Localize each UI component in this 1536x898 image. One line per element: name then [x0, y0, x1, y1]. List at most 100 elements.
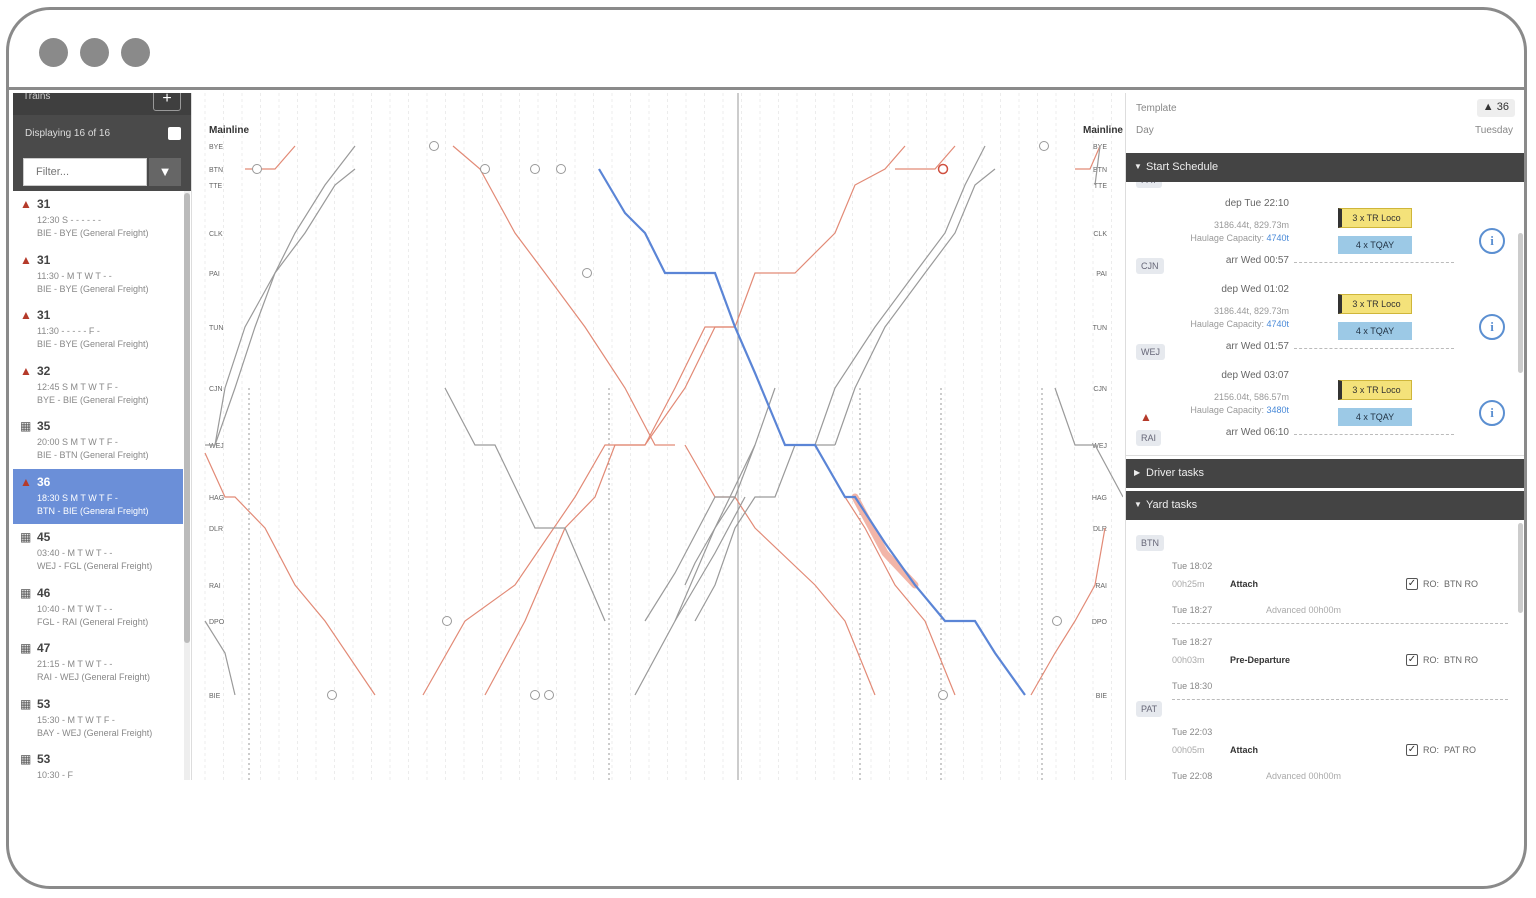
schedule-list: PAT dep Tue 22:10 3186.44t, 829.73m Haulage…: [1126, 182, 1524, 456]
filter-bar: ▼: [13, 151, 191, 191]
sidebar-scrollbar-thumb[interactable]: [184, 193, 190, 643]
train-list-item[interactable]: ▦ 35 20:00 S M T W T F - BIE - BTN (General…: [13, 413, 183, 469]
station-label-left: DLR: [209, 526, 223, 533]
info-icon: i: [1490, 233, 1494, 248]
train-path: [452, 145, 675, 446]
train-number: 32: [37, 363, 51, 378]
ro-link[interactable]: BTN RO: [1444, 579, 1478, 589]
start-schedule-section[interactable]: ▼ Start Schedule: [1126, 153, 1524, 182]
haulage-capacity: Haulage Capacity: 3480t: [1190, 405, 1289, 415]
station-label-left: DPO: [209, 619, 225, 626]
train-schedule: 11:30 - - - - - F -: [37, 326, 100, 336]
train-list-item[interactable]: ▲ 31 11:30 - - - - - F - BIE - BYE (General…: [13, 302, 183, 358]
select-all-checkbox[interactable]: [168, 127, 181, 140]
warning-count-badge[interactable]: ▲ 36: [1476, 99, 1515, 117]
train-path: [422, 145, 906, 696]
task-divider: [1172, 623, 1508, 624]
ro-label: RO:: [1423, 579, 1440, 589]
yard-scrollbar[interactable]: [1518, 523, 1523, 613]
loco-tag[interactable]: 3 x TR Loco: [1338, 208, 1412, 228]
warning-count: 36: [1496, 101, 1509, 113]
train-list-item[interactable]: ▦ 45 03:40 - M T W T - - WEJ - FGL (General…: [13, 524, 183, 580]
task-checkbox[interactable]: ✓: [1406, 578, 1418, 590]
train-list-item[interactable]: ▲ 36 18:30 S M T W T F - BTN - BIE (General…: [13, 468, 183, 524]
train-schedule: 10:30 - F: [37, 770, 74, 780]
window-dot-close[interactable]: [39, 38, 68, 67]
schedule-scrollbar[interactable]: [1518, 233, 1523, 373]
filter-input[interactable]: [23, 158, 147, 186]
task-duration: 00h05m: [1172, 745, 1205, 755]
add-train-button[interactable]: +: [153, 93, 181, 111]
task-advanced-note: Advanced 00h00m: [1266, 605, 1342, 615]
task-end-time: Tue 22:08: [1172, 771, 1213, 780]
train-list-item[interactable]: ▲ 31 12:30 S - - - - - - BIE - BYE (General…: [13, 191, 183, 247]
wagon-tag[interactable]: 4 x TQAY: [1338, 236, 1412, 254]
haulage-capacity-link[interactable]: 3480t: [1266, 405, 1289, 415]
train-list-item[interactable]: ▦ 53 15:30 - M T W T F - BAY - WEJ (General…: [13, 691, 183, 747]
train-route: BAY - WEJ (General Freight): [37, 727, 153, 738]
task-advanced-note: Advanced 00h00m: [1266, 771, 1342, 780]
train-route: RAI - WEJ (General Freight): [37, 672, 151, 682]
chevron-right-icon: ▶: [1134, 468, 1141, 477]
window-dot-maximize[interactable]: [121, 38, 150, 67]
stop-marker: [252, 164, 262, 174]
wagon-tag[interactable]: 4 x TQAY: [1338, 408, 1412, 426]
haulage-capacity-link[interactable]: 4740t: [1266, 233, 1289, 243]
ro-link[interactable]: PAT RO: [1444, 745, 1476, 755]
window-dot-minimize[interactable]: [80, 38, 109, 67]
station-label-left: CJN: [209, 386, 223, 393]
task-end-time: Tue 18:27: [1172, 605, 1213, 615]
displaying-bar: Displaying 16 of 16: [13, 115, 191, 151]
train-path: [444, 387, 606, 622]
task-checkbox[interactable]: ✓: [1406, 654, 1418, 666]
train-list-item[interactable]: ▲ 31 11:30 - M T W T - - BIE - BYE (General…: [13, 247, 183, 303]
train-route: BIE - BYE (General Freight): [37, 283, 149, 294]
station-tag: WEJ: [1136, 344, 1165, 360]
ro-label: RO:: [1423, 745, 1440, 755]
station-label-right: CJN: [1093, 386, 1107, 393]
station-label-left: CLK: [209, 231, 223, 238]
station-label-left: TTE: [209, 183, 223, 190]
stop-marker: [1039, 141, 1049, 151]
browser-window: Trains + Displaying 16 of 16 ▼ ▲ 31 12:30 …: [6, 7, 1527, 889]
locomotive-icon: ▦: [20, 530, 32, 544]
wagon-tag[interactable]: 4 x TQAY: [1338, 322, 1412, 340]
info-button[interactable]: i: [1479, 314, 1505, 340]
task-duration: 00h03m: [1172, 655, 1205, 665]
warning-icon: ▲: [20, 308, 32, 322]
locomotive-icon: ▦: [20, 752, 32, 766]
info-button[interactable]: i: [1479, 400, 1505, 426]
train-schedule: 15:30 - M T W T F -: [37, 714, 115, 725]
station-label-left: BIE: [209, 693, 221, 700]
haulage-capacity-label: Haulage Capacity:: [1190, 233, 1267, 243]
loco-tag[interactable]: 3 x TR Loco: [1338, 294, 1412, 314]
train-route: BIE - BYE (General Freight): [37, 228, 149, 238]
train-graph[interactable]: BYE BYE BTN BTN TTE TTE CLK CLK PAI PAI TUN TUN CJN C…: [195, 93, 1123, 780]
train-path: [204, 452, 376, 696]
haulage-capacity-link[interactable]: 4740t: [1266, 319, 1289, 329]
train-list-item[interactable]: ▦ 46 10:40 - M T W T - - FGL - RAI (General…: [13, 580, 183, 636]
train-weight: 3186.44t, 829.73m: [1213, 220, 1289, 230]
ro-link[interactable]: BTN RO: [1444, 655, 1478, 665]
warning-icon: ▲: [1482, 101, 1494, 113]
filter-button[interactable]: ▼: [149, 158, 181, 186]
train-list-item[interactable]: ▲ 32 12:45 S M T W T F - BYE - BIE (General…: [13, 358, 183, 414]
task-start-time: Tue 22:03: [1172, 727, 1213, 737]
ro-label: RO:: [1423, 655, 1440, 665]
haulage-capacity: Haulage Capacity: 4740t: [1190, 319, 1289, 329]
loco-tag[interactable]: 3 x TR Loco: [1338, 380, 1412, 400]
train-number: 31: [37, 252, 51, 267]
yard-tasks-section[interactable]: ▼ Yard tasks: [1126, 491, 1524, 520]
train-route: BIE - BYE (General Freight): [37, 339, 149, 349]
task-checkbox[interactable]: ✓: [1406, 744, 1418, 756]
train-number: 47: [37, 641, 51, 655]
train-path: [634, 387, 776, 696]
train-graph-svg[interactable]: BYE BYEBTN BTNTTE TTECLK CLKPAI PAITUN TUNCJN C…: [195, 93, 1123, 780]
train-list-item[interactable]: ▦ 53 10:30 - F: [13, 746, 183, 780]
train-weight: 3186.44t, 829.73m: [1213, 306, 1289, 316]
driver-tasks-section[interactable]: ▶ Driver tasks: [1126, 459, 1524, 488]
train-route: BYE - BIE (General Freight): [37, 394, 149, 405]
info-button[interactable]: i: [1479, 228, 1505, 254]
train-list-item[interactable]: ▦ 47 21:15 - M T W T - - RAI - WEJ (General…: [13, 635, 183, 691]
chevron-down-icon: ▼: [1134, 162, 1142, 171]
